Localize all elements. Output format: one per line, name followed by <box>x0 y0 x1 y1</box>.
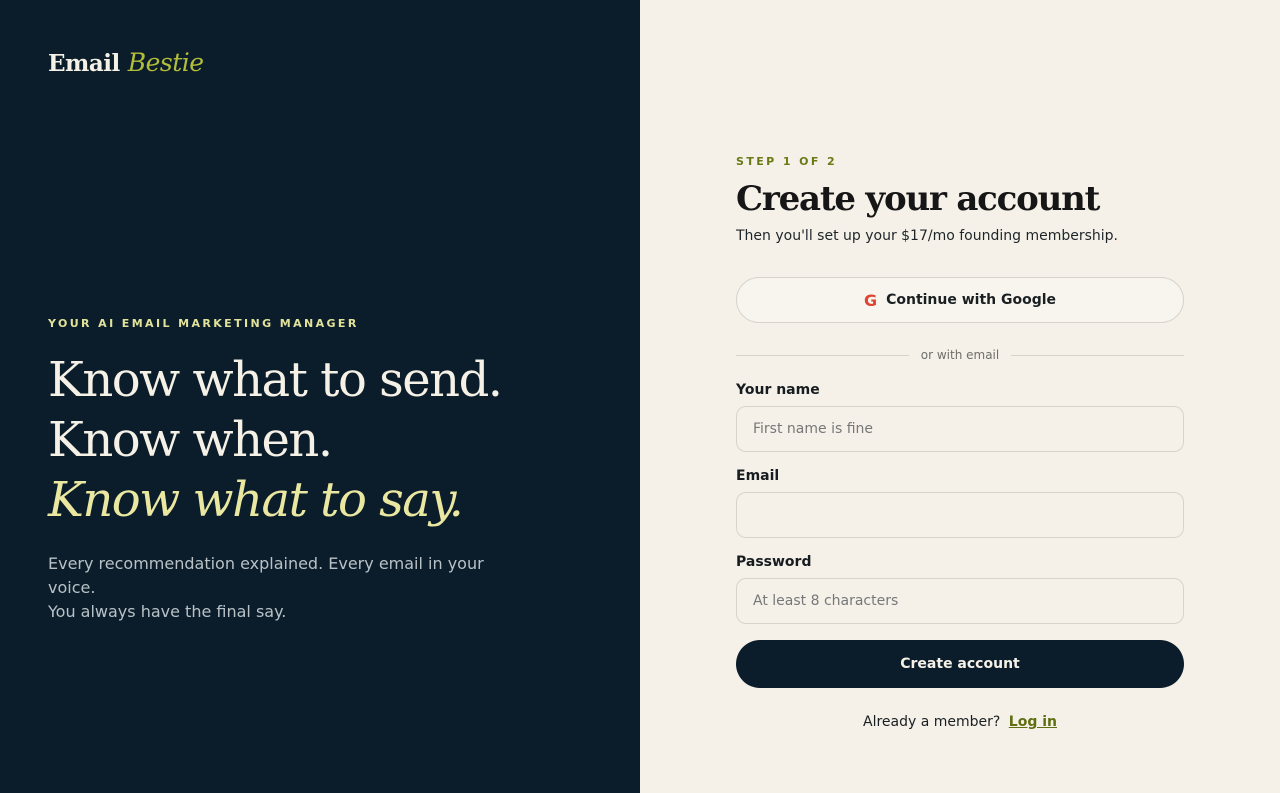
brand-logo[interactable]: Email Bestie <box>48 48 204 77</box>
hero-subtext: Every recommendation explained. Every em… <box>48 552 528 624</box>
step-indicator: STEP 1 OF 2 <box>736 155 838 168</box>
hero-headline: Know what to send. Know when. Know what … <box>48 350 503 530</box>
headline-line-2: Know when. <box>48 412 333 468</box>
continue-with-google-button[interactable]: G Continue with Google <box>736 277 1184 323</box>
create-account-button[interactable]: Create account <box>736 640 1184 688</box>
logo-word: Email <box>48 50 120 77</box>
name-input[interactable] <box>736 406 1184 452</box>
headline-line-1: Know what to send. <box>48 352 503 408</box>
signup-form: STEP 1 OF 2 Create your account Then you… <box>736 152 1184 732</box>
divider-line-right <box>1011 354 1184 356</box>
login-prompt: Already a member? Log in <box>736 712 1184 732</box>
page-subtitle: Then you'll set up your $17/mo founding … <box>736 228 1119 244</box>
or-divider: or with email <box>736 344 1184 366</box>
hero-panel: Email Bestie YOUR AI EMAIL MARKETING MAN… <box>0 0 640 793</box>
google-button-label: Continue with Google <box>886 292 1057 308</box>
password-input[interactable] <box>736 578 1184 624</box>
email-input[interactable] <box>736 492 1184 538</box>
headline-line-3: Know what to say. <box>48 472 464 528</box>
name-label: Your name <box>736 382 820 398</box>
divider-text: or with email <box>920 348 1000 362</box>
page-title: Create your account <box>736 179 1100 219</box>
signup-panel: STEP 1 OF 2 Create your account Then you… <box>640 0 1280 793</box>
logo-script: Bestie <box>127 48 204 77</box>
hero-subtext-line-2: You always have the final say. <box>48 602 287 621</box>
password-label: Password <box>736 554 812 570</box>
google-icon: G <box>863 290 878 310</box>
hero-subtext-line-1: Every recommendation explained. Every em… <box>48 554 484 597</box>
email-label: Email <box>736 468 780 484</box>
login-link[interactable]: Log in <box>1009 714 1057 730</box>
login-prompt-text: Already a member? <box>863 714 1001 730</box>
divider-line-left <box>736 354 909 356</box>
hero-eyebrow: YOUR AI EMAIL MARKETING MANAGER <box>48 317 359 330</box>
